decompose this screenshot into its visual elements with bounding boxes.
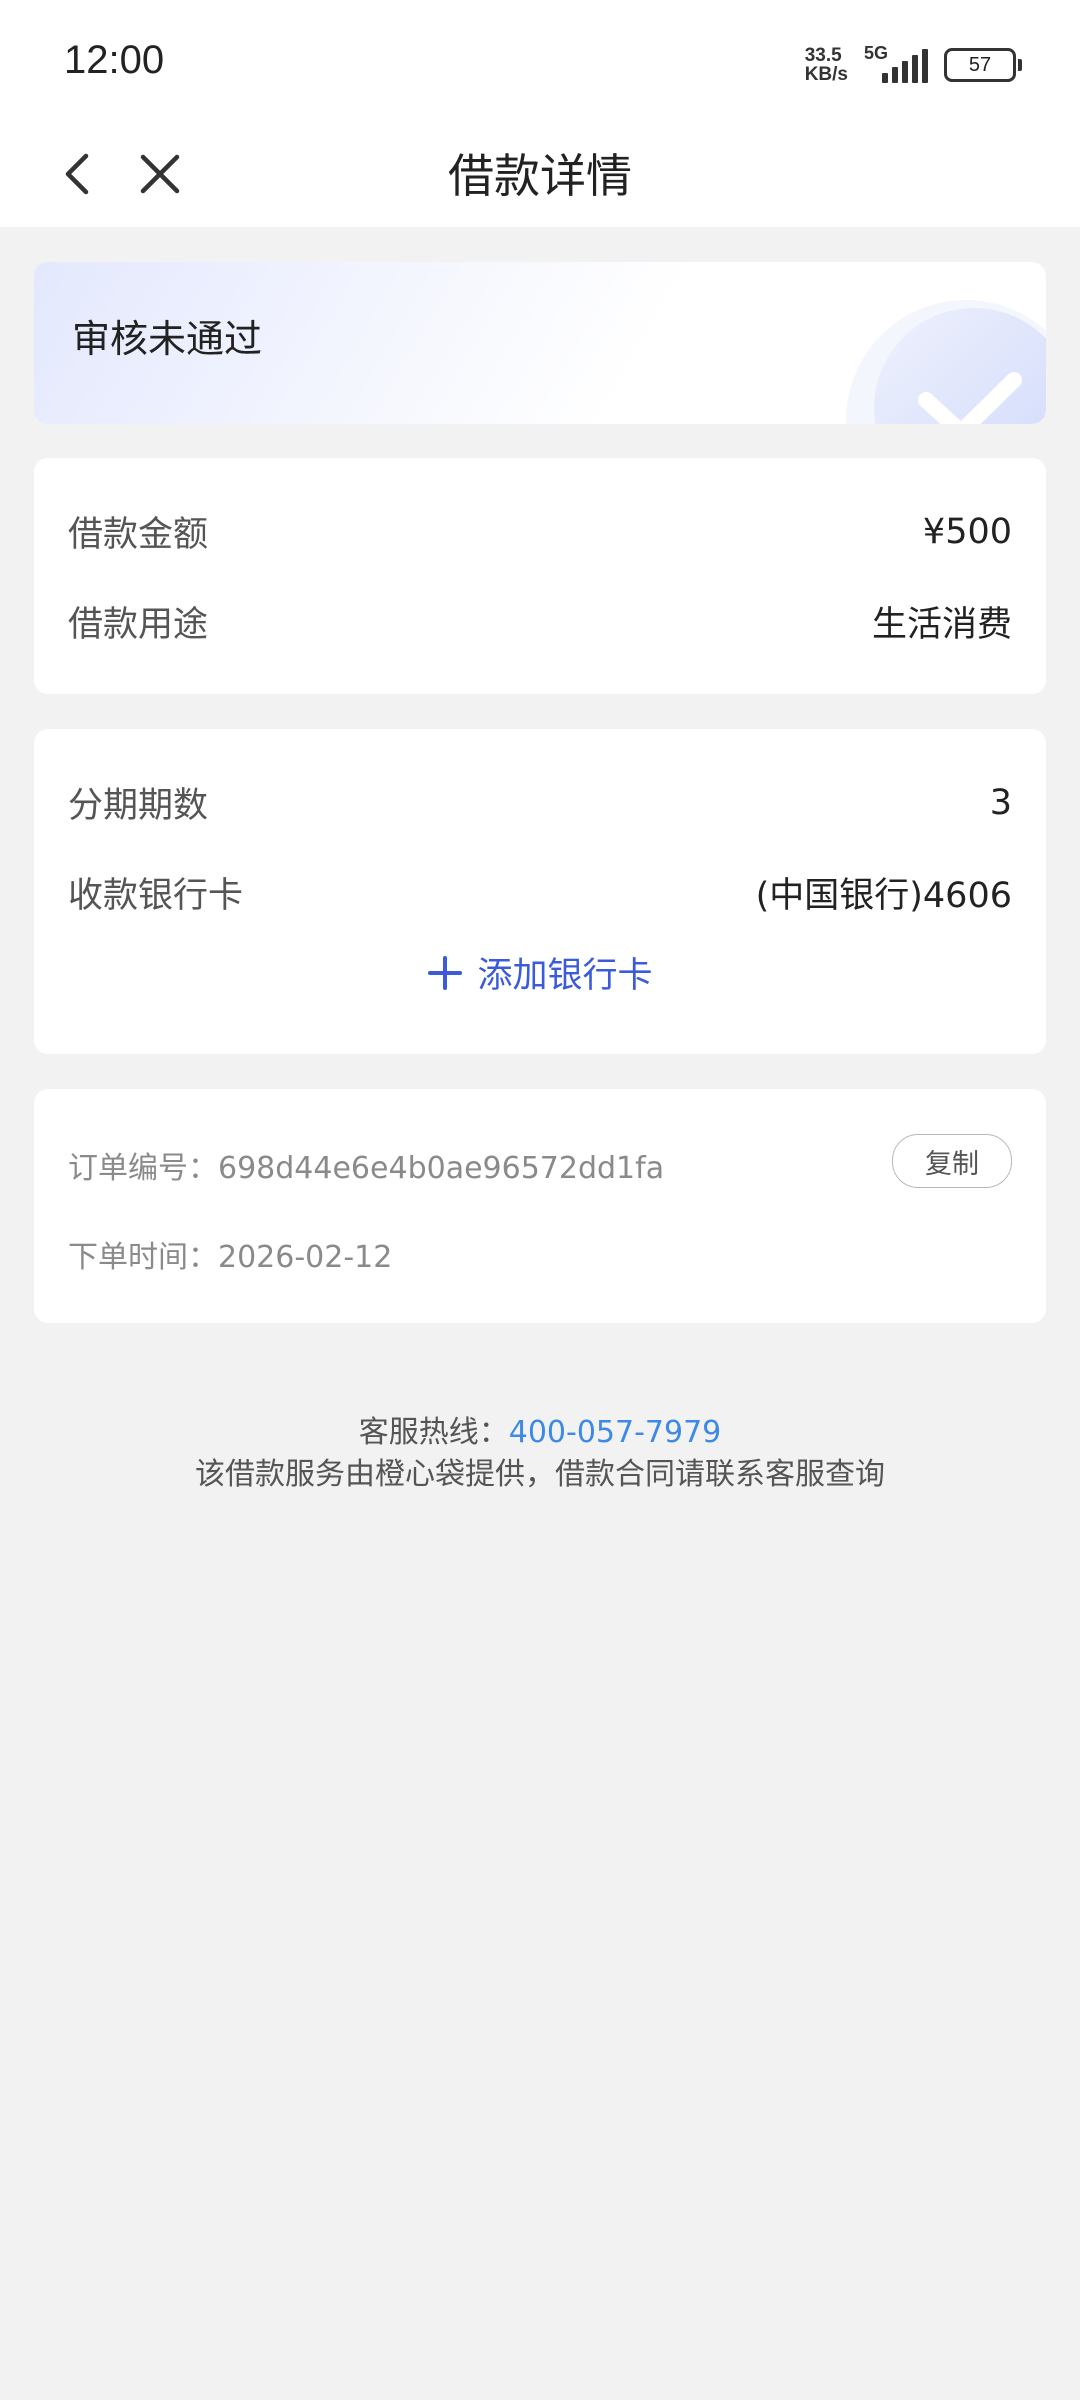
battery-level: 57 [968, 53, 992, 76]
review-status-card: 审核未通过 [34, 262, 1046, 424]
order-info-card: 订单编号：698d44e6e4b0ae96572dd1fa 复制 下单时间：20… [34, 1089, 1046, 1323]
loan-purpose-row: 借款用途 生活消费 [68, 596, 1012, 647]
loan-amount-value: ¥500 [922, 511, 1012, 552]
bank-card-label: 收款银行卡 [68, 876, 244, 916]
review-status-text: 审核未通过 [72, 317, 263, 361]
page-title: 借款详情 [448, 149, 632, 203]
nav-bar: 借款详情 [0, 122, 1080, 227]
installment-card: 分期期数 3 收款银行卡 (中国银行)4606 添加银行卡 [34, 729, 1046, 1054]
signal-bar [882, 73, 888, 83]
hotline-label: 客服热线： [358, 1415, 509, 1450]
installment-periods-value: 3 [989, 782, 1012, 823]
status-bar: 12:00 33.5 KB/s 5G 57 [0, 0, 1080, 122]
loan-purpose-label: 借款用途 [68, 605, 209, 645]
loan-amount-label: 借款金额 [68, 515, 209, 555]
copy-button[interactable]: 复制 [892, 1134, 1012, 1188]
check-circle-icon [846, 300, 1046, 424]
hotline-line: 客服热线：400-057-7979 [0, 1412, 1080, 1454]
signal-bar [912, 55, 918, 83]
network-type: 5G [864, 43, 889, 63]
add-bank-card-label: 添加银行卡 [477, 956, 653, 996]
hotline-number-link[interactable]: 400-057-7979 [509, 1415, 722, 1450]
network-speed: 33.5 KB/s [805, 46, 848, 84]
add-bank-card-button[interactable]: 添加银行卡 [34, 947, 1046, 998]
signal-bar [892, 67, 898, 83]
order-number-row: 订单编号：698d44e6e4b0ae96572dd1fa [68, 1143, 664, 1187]
signal-bar [922, 49, 928, 83]
service-note: 该借款服务由橙心袋提供，借款合同请联系客服查询 [195, 1457, 885, 1492]
order-time-label: 下单时间： [68, 1240, 218, 1275]
network-speed-value: 33.5 [804, 45, 842, 66]
order-time-row: 下单时间：2026-02-12 [68, 1232, 392, 1276]
bank-card-value: (中国银行)4606 [755, 876, 1012, 916]
order-number-label: 订单编号： [68, 1151, 218, 1186]
status-indicators: 33.5 KB/s 5G 57 [805, 40, 1022, 90]
loan-amount-row: 借款金额 ¥500 [68, 506, 1012, 557]
status-time: 12:00 [64, 38, 165, 82]
bank-card-row[interactable]: 收款银行卡 (中国银行)4606 [68, 867, 1012, 918]
signal-bar [902, 61, 908, 83]
loan-purpose-value: 生活消费 [871, 605, 1012, 645]
loan-info-card: 借款金额 ¥500 借款用途 生活消费 [34, 458, 1046, 694]
order-number-value: 698d44e6e4b0ae96572dd1fa [218, 1151, 665, 1186]
order-time-value: 2026-02-12 [218, 1240, 393, 1275]
plus-icon [428, 955, 463, 990]
footer: 客服热线：400-057-7979 该借款服务由橙心袋提供，借款合同请联系客服查… [0, 1412, 1080, 1496]
battery-icon: 57 [944, 48, 1022, 82]
network-speed-unit: KB/s [804, 64, 848, 85]
installment-periods-label: 分期期数 [68, 786, 209, 826]
installment-periods-row: 分期期数 3 [68, 777, 1012, 828]
signal-icon: 5G [864, 43, 928, 83]
